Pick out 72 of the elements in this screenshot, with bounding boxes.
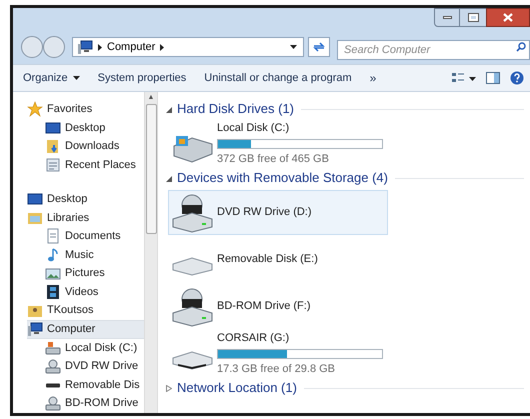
chevron-right-icon: [160, 44, 164, 50]
drive-name: BD-ROM Drive (F:): [217, 299, 310, 314]
nav-item[interactable]: Music: [45, 246, 144, 264]
free-space-label: 17.3 GB free of 29.8 GB: [217, 362, 336, 376]
toolbar-button[interactable]: System properties: [98, 70, 186, 86]
drive-tile[interactable]: Removable Disk (E:): [168, 237, 388, 282]
group-header: Hard Disk Drives (1): [177, 100, 294, 118]
monitor-icon: [27, 191, 43, 208]
computer-icon: [27, 321, 43, 338]
nav-item[interactable]: Desktop: [27, 190, 144, 208]
nav-item[interactable]: Downloads: [45, 137, 144, 156]
scrollbar-thumb[interactable]: [146, 104, 156, 234]
disc-drive-icon: [45, 396, 61, 412]
address-bar[interactable]: Computer: [72, 37, 304, 57]
group-header: Devices with Removable Storage (4): [177, 169, 388, 188]
document-icon: [45, 228, 61, 244]
nav-item[interactable]: Pictures: [45, 264, 144, 283]
dropdown-caret-icon: [290, 45, 297, 49]
close-button[interactable]: [486, 8, 530, 27]
nav-item[interactable]: DVD RW Drive: [45, 357, 144, 376]
chevron-right-icon: [98, 44, 102, 50]
collapse-arrow-icon[interactable]: [166, 174, 172, 182]
monitor-icon: [45, 120, 61, 136]
drive-tile[interactable]: DVD RW Drive (D:): [168, 190, 388, 235]
removable-drive-icon: [170, 257, 214, 276]
close-icon: [503, 13, 513, 22]
free-space-label: 372 GB free of 465 GB: [217, 152, 330, 166]
help-icon[interactable]: [510, 71, 524, 85]
nav-item[interactable]: Recent Places: [45, 156, 144, 174]
maximize-button[interactable]: [460, 8, 486, 27]
drive-tile[interactable]: BD-ROM Drive (F:): [168, 284, 388, 329]
minimize-button[interactable]: [434, 8, 460, 27]
recent-places-icon: [45, 157, 61, 174]
nav-item[interactable]: Desktop: [45, 118, 144, 138]
nav-item[interactable]: Local Disk (C:): [45, 338, 144, 358]
nav-item[interactable]: Documents: [45, 227, 144, 246]
toolbar-button[interactable]: Organize: [23, 70, 80, 86]
picture-icon: [45, 266, 61, 282]
removable-drive-icon: [45, 382, 61, 388]
group-header: Network Location (1): [177, 379, 297, 398]
nav-item[interactable]: Libraries: [27, 208, 144, 228]
drive-name: DVD RW Drive (D:): [217, 205, 312, 220]
search-field[interactable]: Search Computer: [337, 40, 530, 60]
drive-name: Local Disk (C:): [217, 121, 290, 136]
drive-tile[interactable]: Local Disk (C:) 372 GB free of 465 GB: [168, 121, 388, 166]
more-button[interactable]: »: [370, 69, 376, 87]
removable-drive-icon: [170, 351, 214, 370]
disc-drive-icon: [170, 192, 214, 232]
film-icon: [45, 284, 61, 300]
nav-item[interactable]: TKoutsos: [27, 301, 144, 320]
drive-tile[interactable]: CORSAIR (G:) 17.3 GB free of 29.8 GB: [168, 331, 388, 376]
refresh-button[interactable]: [308, 37, 330, 57]
disc-drive-icon: [170, 286, 214, 326]
expand-arrow-icon[interactable]: [166, 384, 172, 392]
nav-item[interactable]: BD-ROM Drive: [45, 394, 144, 413]
view-options-icon[interactable]: [452, 72, 476, 84]
computer-icon: [77, 39, 93, 55]
star-icon: [27, 101, 43, 118]
toolbar-button[interactable]: Uninstall or change a program: [204, 70, 352, 86]
disc-drive-icon: [45, 358, 61, 375]
nav-item[interactable]: Favorites: [27, 100, 144, 119]
refresh-icon: [313, 42, 325, 52]
collapse-arrow-icon[interactable]: [166, 106, 172, 112]
breadcrumb[interactable]: Computer: [107, 38, 156, 56]
search-icon: [516, 42, 526, 52]
preview-pane-icon[interactable]: [486, 72, 500, 84]
drive-icon: [45, 340, 61, 356]
drive-name: Removable Disk (E:): [217, 252, 318, 268]
nav-item[interactable]: Computer: [27, 320, 144, 339]
nav-item[interactable]: Removable Dis: [45, 376, 144, 394]
drive-name: CORSAIR (G:): [217, 331, 290, 346]
nav-item[interactable]: Videos: [45, 282, 144, 302]
